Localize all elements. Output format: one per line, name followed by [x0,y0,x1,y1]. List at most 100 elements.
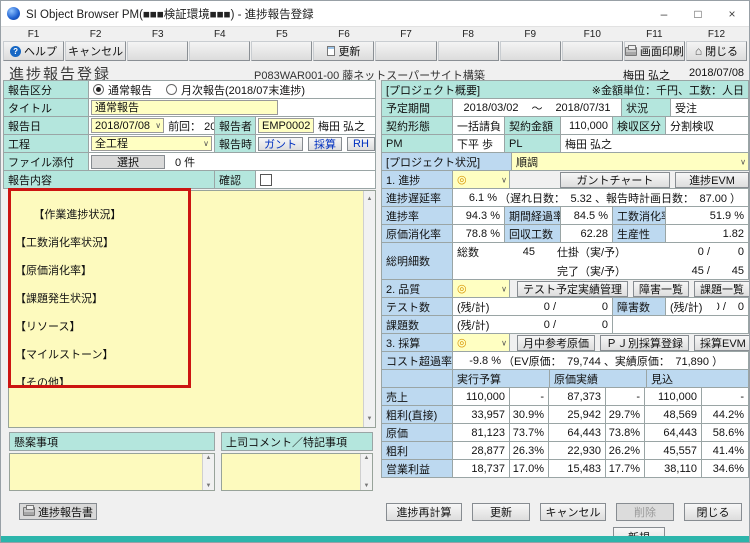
confirm-checkbox[interactable] [260,174,272,186]
report-at-cell: ガント 採算 RH [255,134,376,153]
radio-normal-report[interactable] [93,84,104,95]
progress-evm-button[interactable]: 進捗EVM [675,172,749,188]
project-status-combo[interactable]: 順調 ∨ [511,152,749,171]
file-select-button[interactable]: 選択 [91,155,165,169]
saisan-button[interactable]: 採算 [308,137,342,151]
update-button[interactable]: 更新 [472,503,530,521]
pending-textarea[interactable]: ▲ ▼ [9,453,215,491]
fkey-button-f3[interactable] [127,41,188,61]
rh-button[interactable]: RH [347,137,375,151]
issue-list-button[interactable]: 課題一覧 [694,281,749,297]
finance-cell: 73.8% [605,423,645,442]
file-attach-row: ファイル添付 選択 0 件 [4,152,376,171]
update-fkey-button[interactable]: 更新 [313,41,374,61]
profit-evm-button[interactable]: 採算EVM [694,335,749,351]
help-button-label: ヘルプ [24,43,57,59]
quality-rating-combo[interactable]: ◎ ∨ [452,279,510,298]
progress-rating: ◎ [457,173,467,186]
document-icon [327,46,335,56]
midmonth-cost-button[interactable]: 月中参考原価 [517,335,595,351]
close-fkey-button[interactable]: ⌂閉じる [686,41,747,61]
radio-monthly-report[interactable] [166,84,177,95]
finance-cell: 64,443 [548,423,606,442]
finance-cell: 15,483 [548,459,606,478]
report-category-label: 報告区分 [3,80,89,99]
rate-row-1: 進捗率 94.3 % 期間経過率 84.5 % 工数消化率 51.9 % [382,206,749,225]
fkey-col-f12: F12 ⌂閉じる [686,28,747,61]
close-button[interactable]: × [715,1,749,26]
report-date-value: 2018/07/08 [95,120,150,132]
report-date-combo[interactable]: 2018/07/08 ∨ [91,118,164,133]
gantt-button[interactable]: ガント [258,137,303,151]
recalc-progress-button[interactable]: 進捗再計算 [386,503,462,521]
help-icon: ? [10,46,21,57]
fkey-button-f8[interactable] [438,41,499,61]
progress-rating-combo[interactable]: ◎ ∨ [452,170,510,189]
title-input[interactable]: 通常報告 [91,100,278,115]
fkey-col-f6: F6 更新 [313,28,374,61]
boss-comment-scrollbar[interactable]: ▲ ▼ [360,454,372,490]
fkey-col-f1: F1 ?ヘルプ [3,28,64,61]
period-value: 2018/03/02 ～ 2018/07/31 [452,98,622,117]
finance-cell: 17.0% [509,459,549,478]
fkey-label-f11: F11 [624,28,685,41]
rate-row-2: 原価消化率 78.8 % 回収工数 62.28 生産性 1.82 [382,224,749,243]
pj-profit-entry-button[interactable]: ＰＪ別採算登録 [600,335,689,351]
cancel-button[interactable]: キャンセル [540,503,606,521]
boss-comment-textarea[interactable]: ▲ ▼ [221,453,373,491]
elapsed-rate-label: 期間経過率 [504,206,561,225]
titlebar: SI Object Browser PM(■■■検証環境■■■) - 進捗報告登… [1,1,749,27]
done-label: 完了（実/予） [557,263,626,279]
finance-cell: 22,930 [548,441,606,460]
report-date-row: 報告日 2018/07/08 ∨ 前回： 2018/08/27 報告者 EMP0… [4,116,376,135]
fkey-button-f9[interactable] [500,41,561,61]
report-form-panel: 報告区分 通常報告 月次報告(2018/07末進捗) タイトル 通常報告 報告日… [4,81,376,428]
total-label: 総数 [453,244,501,260]
inspection-value: 分割検収 [665,116,749,135]
minimize-button[interactable]: – [647,1,681,26]
fault-count-label: 障害数 [612,297,666,316]
report-body-scrollbar[interactable]: ▲ ▼ [363,191,375,427]
fkey-label-f8: F8 [438,28,499,41]
report-body-textarea[interactable]: 【作業進捗状況】 【工数消化率状況】 【原価消化率】 【課題発生状況】 【リソー… [8,190,376,428]
finance-row-label: 粗利 [381,441,453,460]
file-attach-cell: 選択 0 件 [88,152,376,171]
period-label: 予定期間 [381,98,453,117]
fkey-button-f5[interactable] [251,41,312,61]
fault-list-button[interactable]: 障害一覧 [633,281,689,297]
fkey-button-f7[interactable] [375,41,436,61]
finance-row-gross-direct: 粗利(直接) 33,957 30.9% 25,942 29.7% 48,569 … [382,405,749,424]
fkey-button-f4[interactable] [189,41,250,61]
maximize-button[interactable]: □ [681,1,715,26]
progress-report-doc-button[interactable]: 進捗報告書 [19,503,97,520]
delete-button: 削除 [616,503,674,521]
finance-cell: 64,443 [644,423,702,442]
process-combo[interactable]: 全工程 ∨ [91,136,212,151]
status-value: 受注 [670,98,749,117]
close-screen-button[interactable]: 閉じる [684,503,742,521]
quality-buttons: テスト予定実績管理 障害一覧 課題一覧 [509,279,749,298]
fkey-button-f10[interactable] [562,41,623,61]
print-screen-label: 画面印刷 [640,43,684,59]
finance-cell: 30.9% [509,405,549,424]
pm-value: 下平 歩 [452,134,505,153]
help-button[interactable]: ?ヘルプ [3,41,64,61]
chevron-down-icon: ∨ [203,137,209,151]
reporter-id-input[interactable]: EMP0002 [258,118,314,133]
cancel-fkey-label: キャンセル [68,43,123,59]
pending-scrollbar[interactable]: ▲ ▼ [202,454,214,490]
project-status-value: 順調 [516,154,538,170]
cancel-fkey-button[interactable]: キャンセル [65,41,126,61]
gantt-chart-button[interactable]: ガントチャート [560,172,670,188]
summary-header-title: [プロジェクト概要] [386,82,480,98]
finance-row-label: 原価 [381,423,453,442]
profit-rating-combo[interactable]: ◎ ∨ [452,333,510,352]
test-count-row: テスト数 (残/計) 0 / 0 障害数 (残/計) 0 / 0 [382,297,749,316]
update-fkey-label: 更新 [338,43,360,59]
productivity-value: 1.82 [665,224,749,243]
issue-count-row: 課題数 (残/計) 0 / 0 [382,315,749,334]
test-plan-actual-button[interactable]: テスト予定実績管理 [517,281,628,297]
print-screen-button[interactable]: 画面印刷 [624,41,685,61]
process-value: 全工程 [95,138,128,150]
chevron-down-icon: ∨ [155,119,161,133]
